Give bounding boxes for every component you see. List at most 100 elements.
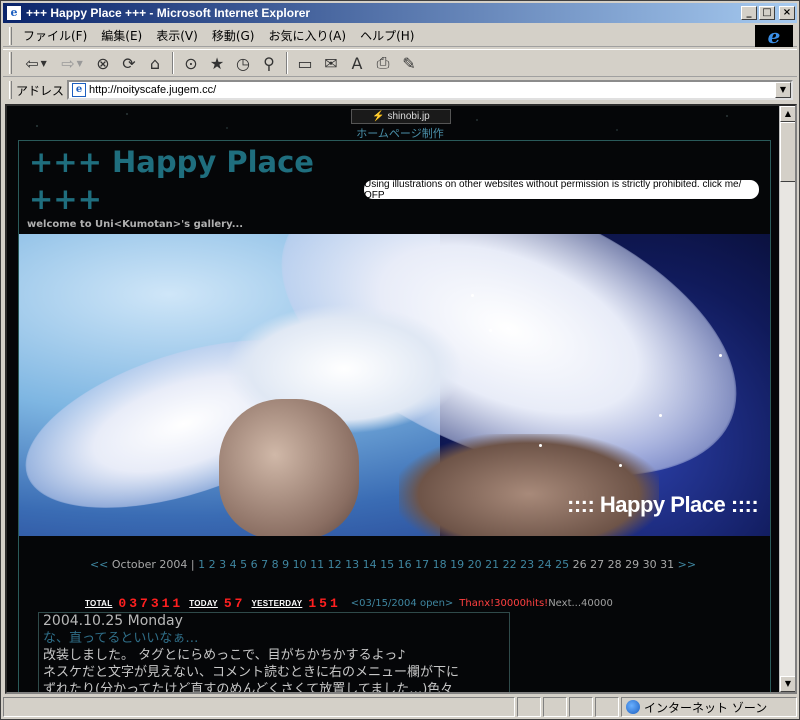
scroll-thumb[interactable] — [780, 122, 795, 182]
font-size-button[interactable]: A — [344, 51, 370, 75]
fullscreen-icon: ▭ — [297, 53, 313, 73]
menubar-grip[interactable] — [9, 26, 12, 45]
banner-star — [659, 414, 662, 417]
calendar-day[interactable]: 17 — [415, 558, 433, 571]
address-dropdown-icon[interactable]: ▼ — [775, 82, 791, 98]
ie-app-icon[interactable]: e — [6, 5, 22, 21]
calendar-day[interactable]: 9 — [282, 558, 293, 571]
address-input[interactable]: e http://noityscafe.jugem.cc/ ▼ — [67, 80, 793, 100]
counter-total-label: TOTAL — [85, 599, 113, 608]
mail-button[interactable]: ✉ — [318, 51, 344, 75]
menu-edit[interactable]: 編集(E) — [94, 25, 149, 46]
status-bar: インターネット ゾーン — [3, 697, 797, 717]
edit-button[interactable]: ✎ — [396, 51, 422, 75]
shinobi-badge[interactable]: ⚡ shinobi.jp — [351, 109, 451, 124]
menu-go[interactable]: 移動(G) — [205, 25, 262, 46]
vertical-scrollbar[interactable]: ▲ ▼ — [779, 106, 795, 692]
calendar-day[interactable]: 8 — [272, 558, 283, 571]
calendar-day[interactable]: 12 — [328, 558, 346, 571]
calendar-prev-link[interactable]: << — [90, 558, 108, 571]
calendar-day[interactable]: 25 — [555, 558, 573, 571]
minimize-button[interactable]: _ — [741, 6, 757, 20]
scroll-up-button[interactable]: ▲ — [780, 106, 795, 122]
scroll-down-button[interactable]: ▼ — [780, 676, 795, 692]
back-button[interactable]: ⇦ ▼ — [18, 51, 54, 75]
calendar-day[interactable]: 22 — [503, 558, 521, 571]
counter-thanx: Thanx!30000hits! — [459, 598, 549, 609]
internet-zone-icon — [626, 700, 640, 714]
history-icon: ◷ — [236, 53, 250, 73]
banner-star — [471, 294, 474, 297]
refresh-icon: ⟳ — [122, 53, 136, 73]
banner-image: :::: Happy Place :::: — [19, 234, 770, 536]
calendar-day[interactable]: 7 — [261, 558, 272, 571]
calendar-day[interactable]: 15 — [380, 558, 398, 571]
menu-view[interactable]: 表示(V) — [149, 25, 205, 46]
page-icon: e — [72, 83, 87, 97]
menu-favorites[interactable]: お気に入り(A) — [261, 25, 353, 46]
calendar-day[interactable]: 11 — [310, 558, 328, 571]
calendar-day[interactable]: 14 — [363, 558, 381, 571]
forward-dropdown-icon[interactable]: ▼ — [77, 59, 83, 68]
status-cell — [543, 697, 567, 717]
security-zone[interactable]: インターネット ゾーン — [621, 697, 797, 717]
menu-file[interactable]: ファイル(F) — [16, 25, 94, 46]
calendar-day[interactable]: 10 — [293, 558, 311, 571]
calendar-day[interactable]: 24 — [538, 558, 556, 571]
homepage-seisaku-link[interactable]: ホームページ制作 — [345, 125, 455, 141]
fullscreen-button[interactable]: ▭ — [292, 51, 318, 75]
calendar-day[interactable]: 21 — [485, 558, 503, 571]
calendar-day: 29 — [625, 558, 643, 571]
status-cell — [595, 697, 619, 717]
toolbar-separator — [172, 52, 174, 74]
banner-caption: :::: Happy Place :::: — [567, 492, 759, 517]
calendar-day[interactable]: 1 — [198, 558, 209, 571]
home-button[interactable]: ⌂ — [142, 51, 168, 75]
calendar-day[interactable]: 16 — [398, 558, 416, 571]
calendar-day[interactable]: 13 — [345, 558, 363, 571]
calendar-separator: | — [190, 558, 195, 571]
maximize-button[interactable]: □ — [759, 6, 775, 20]
banner-face — [219, 399, 359, 536]
banner-star — [539, 444, 542, 447]
calendar-day[interactable]: 23 — [520, 558, 538, 571]
calendar-day[interactable]: 18 — [433, 558, 451, 571]
search-button[interactable]: ⊙ — [178, 51, 204, 75]
status-cell — [569, 697, 593, 717]
stop-button[interactable]: ⊗ — [90, 51, 116, 75]
entry-body-line: ずれたり(分かってたけど直すのめんどくさくて放置してました…)色々 — [43, 682, 454, 694]
welcome-text: welcome to Uni<Kumotan>'s gallery... — [27, 219, 244, 230]
site-title[interactable]: +++ Happy Place +++ — [29, 144, 359, 218]
toolbar-grip[interactable] — [9, 52, 12, 74]
print-button[interactable]: ⎙ — [370, 51, 396, 75]
calendar-day[interactable]: 6 — [251, 558, 262, 571]
copyright-notice-button[interactable]: Using illustrations on other websites wi… — [364, 179, 759, 201]
home-icon: ⌂ — [149, 53, 161, 73]
calendar-day[interactable]: 4 — [230, 558, 241, 571]
history-button[interactable]: ◷ — [230, 51, 256, 75]
calendar-day[interactable]: 2 — [209, 558, 220, 571]
addressbar-grip[interactable] — [9, 81, 12, 99]
counter-open-date: <03/15/2004 open> — [350, 598, 454, 609]
back-dropdown-icon[interactable]: ▼ — [41, 59, 47, 68]
banner-coat — [399, 434, 659, 536]
entry-title[interactable]: な、直ってるといいなぁ… — [43, 630, 505, 647]
refresh-button[interactable]: ⟳ — [116, 51, 142, 75]
stop-icon: ⊗ — [96, 53, 110, 73]
channels-button[interactable]: ⚲ — [256, 51, 282, 75]
calendar-day[interactable]: 5 — [240, 558, 251, 571]
calendar-day[interactable]: 20 — [468, 558, 486, 571]
calendar-day[interactable]: 3 — [219, 558, 230, 571]
ie-logo-icon: e — [767, 24, 781, 48]
calendar-next-link[interactable]: >> — [678, 558, 696, 571]
counter-yesterday-value: 151 — [308, 596, 341, 611]
favorites-button[interactable]: ★ — [204, 51, 230, 75]
address-url[interactable]: http://noityscafe.jugem.cc/ — [89, 84, 775, 96]
close-button[interactable]: × — [779, 6, 795, 20]
print-icon: ⎙ — [376, 53, 390, 72]
forward-button[interactable]: ⇨ ▼ — [54, 51, 90, 75]
menu-help[interactable]: ヘルプ(H) — [353, 25, 421, 46]
status-text-cell — [3, 697, 515, 717]
calendar-day[interactable]: 19 — [450, 558, 468, 571]
toolbar-separator-2 — [286, 52, 288, 74]
